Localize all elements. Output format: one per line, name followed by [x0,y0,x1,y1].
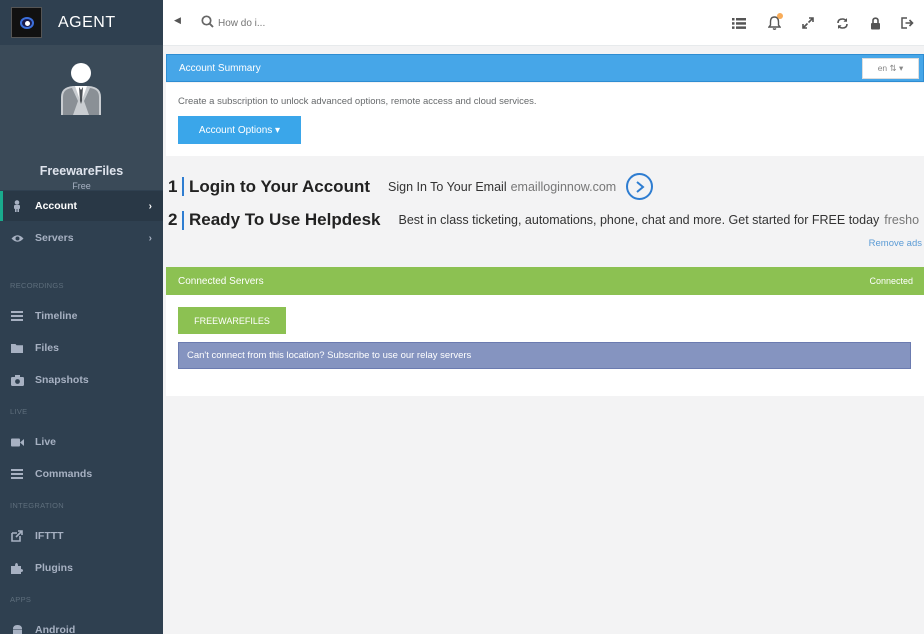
account-summary-body: Create a subscription to unlock advanced… [166,83,924,156]
sidebar-item-ifttt[interactable]: IFTTT [0,521,163,551]
ad-number: 2 [168,210,178,229]
search-input[interactable] [218,13,438,33]
eye-logo-icon [11,7,42,38]
language-select[interactable]: en ⇅ ▾ [862,58,919,79]
list-icon [10,467,24,481]
sidebar-item-label: Servers [35,232,74,244]
sidebar-item-android[interactable]: Android [0,615,163,634]
panel-title: Connected Servers [178,275,264,287]
topbar: ◀ [163,0,924,46]
folder-icon [10,341,24,355]
relay-alert[interactable]: Can't connect from this location? Subscr… [178,342,911,369]
profile-name: FreewareFiles [39,164,124,178]
caret-left-icon[interactable]: ◀ [174,15,181,26]
arrow-right-icon[interactable] [626,173,654,200]
subscribe-text: Create a subscription to unlock advanced… [178,96,537,107]
sidebar-item-files[interactable]: Files [0,333,163,363]
sidebar-item-plugins[interactable]: Plugins [0,553,163,583]
server-button[interactable]: FREEWAREFILES [178,307,286,334]
profile: FreewareFiles Free ⚙ [0,45,163,210]
user-icon [10,199,24,213]
nav-section-live: LIVE [10,407,28,416]
ad-divider [182,177,184,196]
sidebar-item-snapshots[interactable]: Snapshots [0,365,163,395]
nav-section-apps: APPS [10,595,32,604]
remove-ads-link[interactable]: Remove ads [869,238,922,249]
ad-url[interactable]: fresho [884,213,919,227]
notification-dot [777,13,783,19]
search-icon [201,15,214,28]
sign-out-icon[interactable] [898,14,916,32]
sidebar-item-account[interactable]: Account › [0,191,163,221]
chevron-right-icon: › [148,200,152,212]
account-summary-header: Account Summary en ⇅ ▾ [166,54,924,82]
brand-name: AGENT [58,13,116,31]
profile-plan: Free [72,181,91,191]
panel-title: Account Summary [179,62,261,74]
sidebar-item-label: Plugins [35,562,73,574]
external-link-icon [10,529,24,543]
sidebar-item-label: Commands [35,468,93,480]
connection-status: Connected [869,276,913,286]
nav-section-recordings: RECORDINGS [10,281,64,290]
ad-row[interactable]: 2 Ready To Use Helpdesk Best in class ti… [168,210,924,230]
sidebar-item-label: Live [35,436,57,448]
ad-description: Sign In To Your Email [388,179,507,194]
camera-icon [10,373,24,387]
ad-number: 1 [168,176,178,196]
user-avatar-icon[interactable] [59,63,103,115]
ad-url[interactable]: emailloginnow.com [511,180,617,194]
puzzle-icon [10,561,24,575]
sidebar-item-label: Files [35,342,59,354]
sidebar-item-label: Android [35,624,76,634]
ad-title[interactable]: Ready To Use Helpdesk [189,210,380,230]
sidebar-item-label: Snapshots [35,374,89,386]
sidebar-item-servers[interactable]: Servers › [0,223,163,253]
sidebar-item-commands[interactable]: Commands [0,459,163,489]
lock-icon[interactable] [866,14,884,32]
sidebar-item-label: IFTTT [35,530,64,542]
sidebar-item-timeline[interactable]: Timeline [0,301,163,331]
ad-description: Best in class ticketing, automations, ph… [398,213,880,227]
chevron-right-icon: › [148,232,152,244]
nav-section-integration: INTEGRATION [10,501,64,510]
eye-icon [10,231,24,245]
list-icon[interactable] [730,14,748,32]
connected-servers-header: Connected Servers Connected [166,267,924,295]
ad-row[interactable]: 1 Login to Your Account Sign In To Your … [168,173,654,200]
connected-servers-body: FREEWAREFILES Can't connect from this lo… [166,295,924,396]
sidebar-item-label: Account [35,200,77,212]
sidebar-item-live[interactable]: Live [0,427,163,457]
ad-title[interactable]: Login to Your Account [189,177,370,197]
bell-icon[interactable] [765,13,783,32]
brand[interactable]: AGENT [0,0,163,45]
refresh-icon[interactable] [833,14,851,32]
sidebar-item-label: Timeline [35,310,78,322]
video-camera-icon [10,435,24,449]
sidebar: AGENT FreewareFiles Free ⚙ Account › Ser… [0,0,163,634]
expand-icon[interactable] [799,14,817,32]
ad-divider [182,210,184,230]
list-icon [10,309,24,323]
android-icon [10,623,24,634]
account-options-button[interactable]: Account Options ▾ [178,116,301,144]
